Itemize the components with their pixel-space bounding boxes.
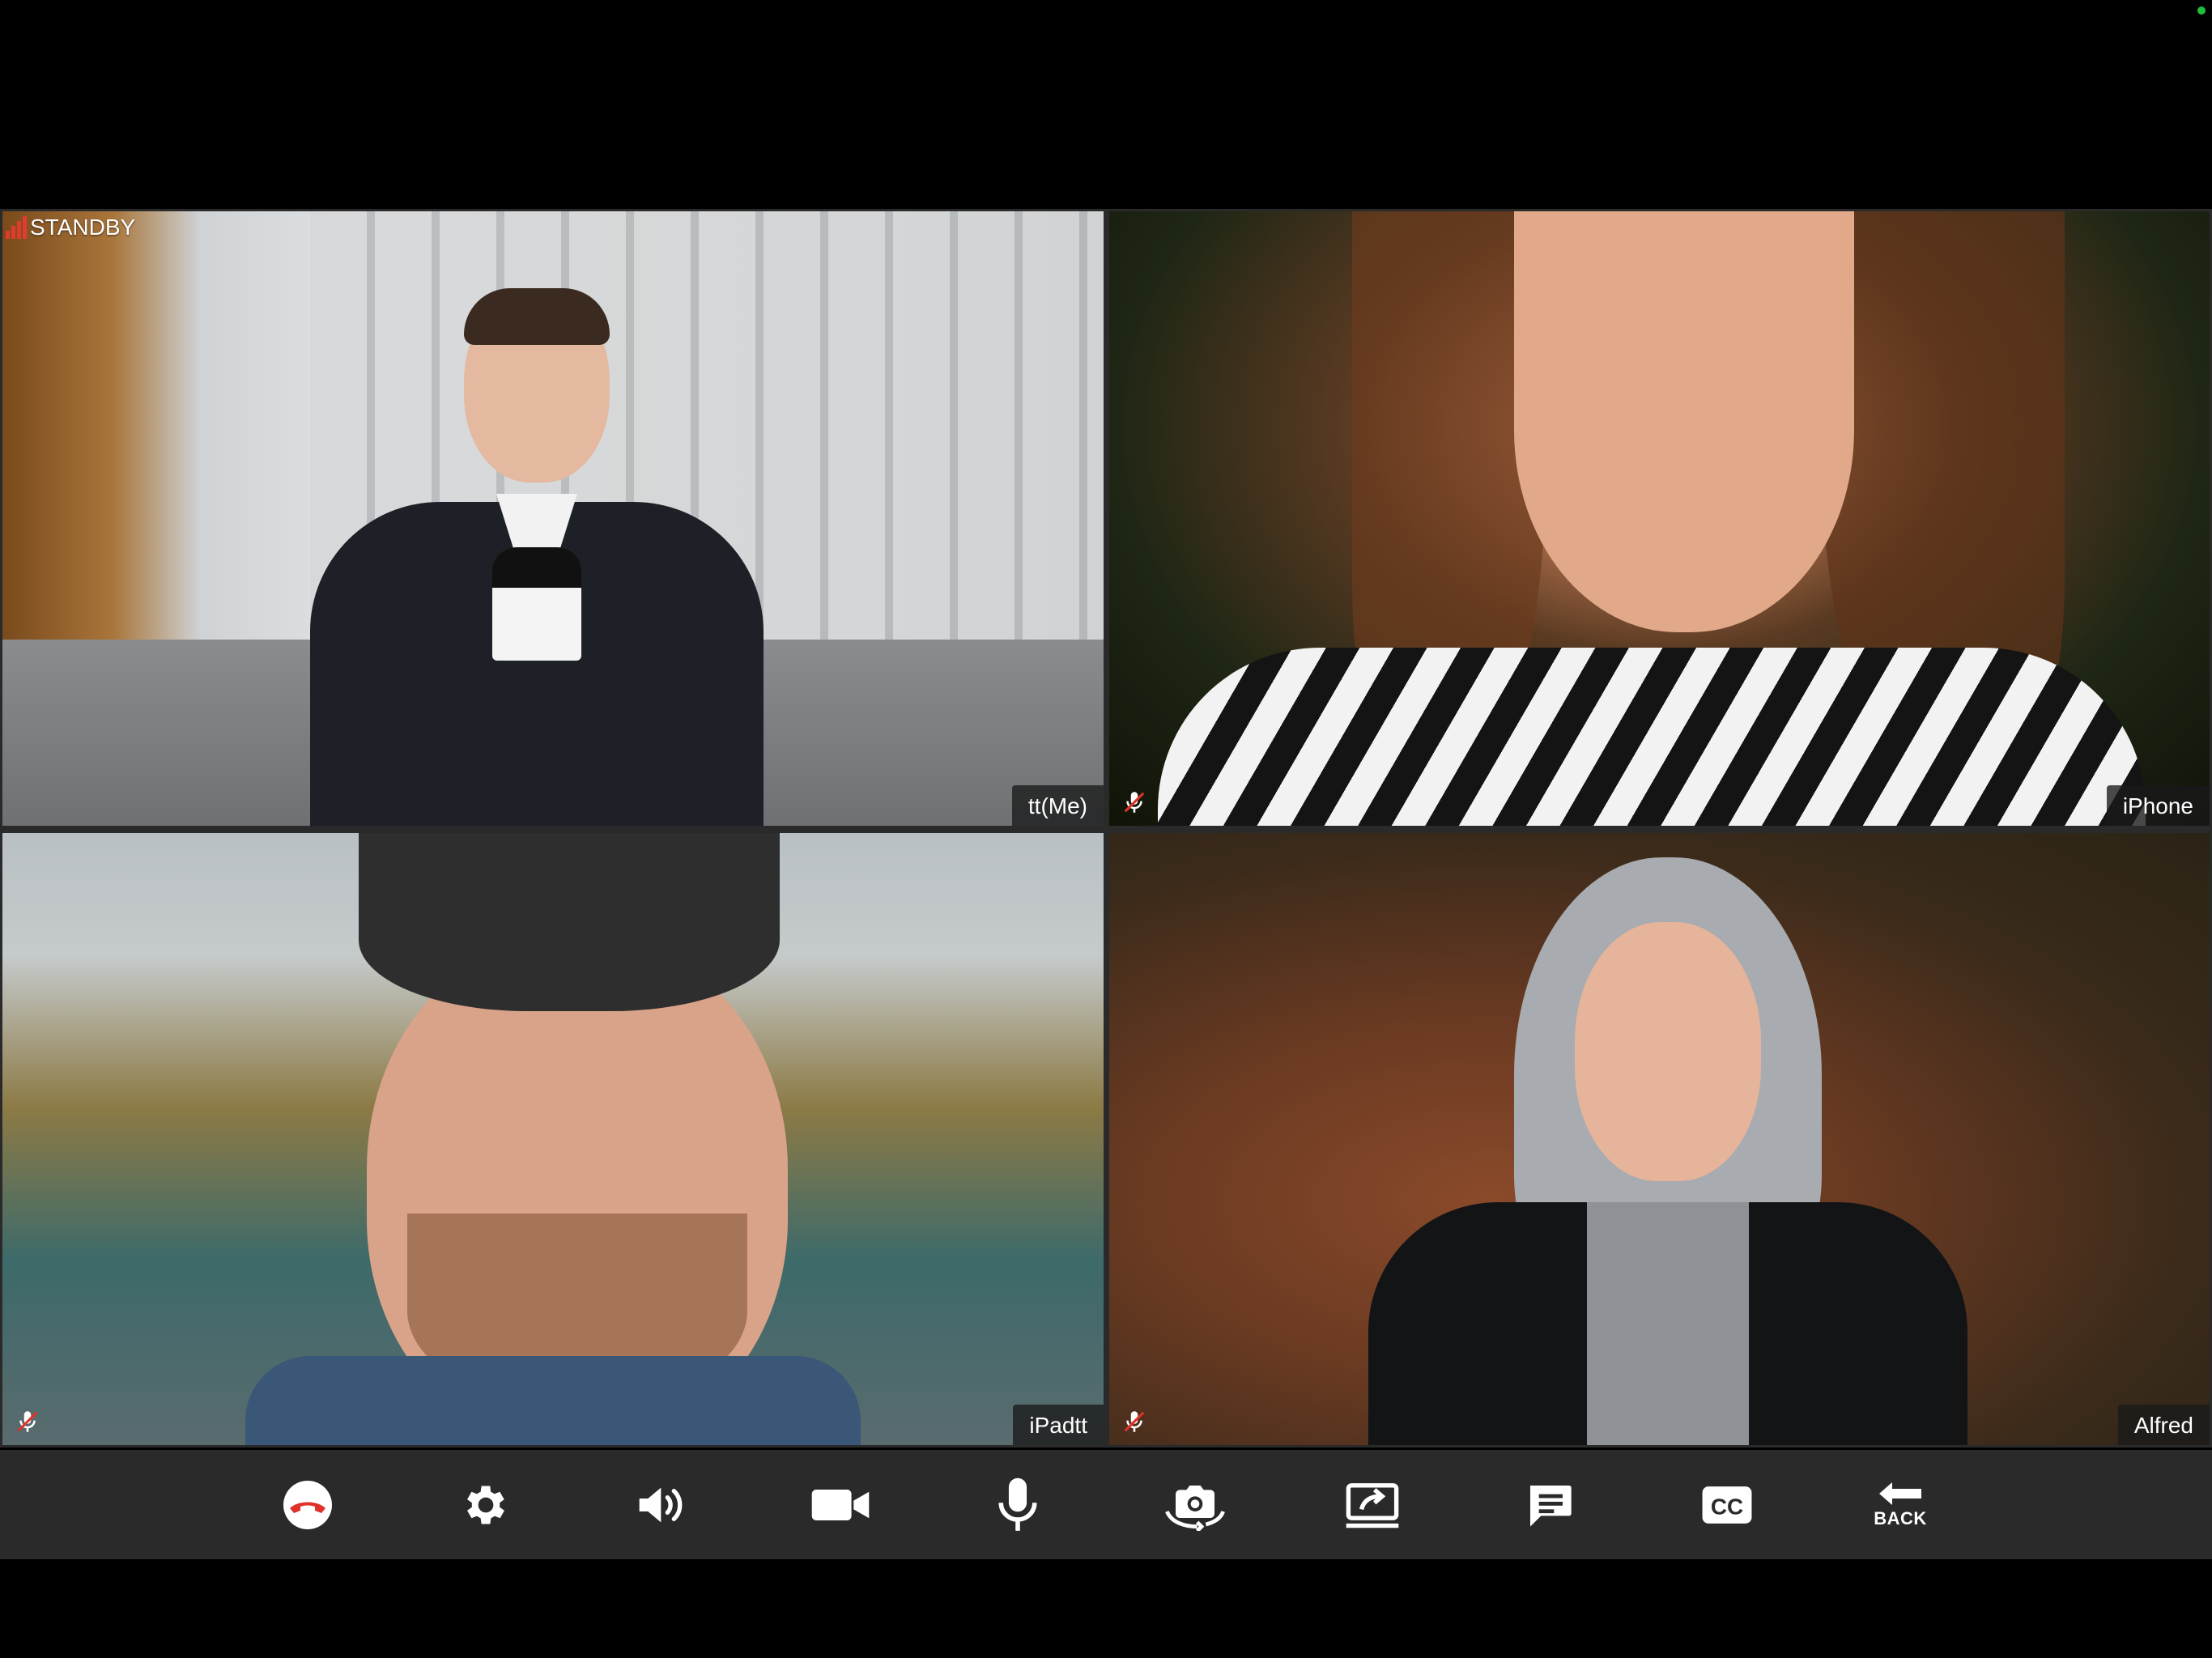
participant-name-tag: tt(Me) [1011,785,1104,826]
speaker-button[interactable] [623,1450,704,1559]
back-label: BACK [1874,1507,1927,1528]
video-tile-alfred[interactable]: Alfred [1109,833,2210,1445]
share-screen-button[interactable] [1332,1450,1413,1559]
call-toolbar: CC BACK [0,1450,2212,1559]
video-feed [2,211,1104,826]
participant-name-tag: Alfred [2117,1405,2210,1445]
gear-icon [467,1486,504,1524]
standby-label: STANDBY [30,215,136,240]
participant-name-tag: iPhone [2106,785,2210,826]
microphone-icon [998,1477,1037,1531]
microphone-button[interactable] [977,1450,1058,1559]
back-arrow-icon [1879,1482,1921,1505]
captions-button[interactable]: CC [1687,1450,1767,1559]
closed-captions-icon: CC [1702,1486,1752,1524]
muted-mic-icon [1124,1411,1145,1432]
standby-badge: STANDBY [6,216,135,239]
camera-button[interactable] [800,1450,881,1559]
muted-mic-icon [17,1411,38,1432]
switch-camera-icon [1165,1485,1225,1531]
chat-icon [1530,1485,1572,1527]
speaker-icon [639,1487,683,1522]
phone-hangup-icon [283,1480,332,1529]
captions-label: CC [1711,1494,1743,1519]
video-grid: STANDBY tt(Me) iPhone iPadtt Alfred [0,209,2212,1448]
signal-bars-icon [6,216,27,239]
share-screen-icon [1346,1482,1399,1528]
muted-mic-icon [1124,792,1145,813]
end-call-button[interactable] [267,1450,348,1559]
video-feed [2,833,1104,1445]
video-feed [1109,211,2210,826]
switch-camera-button[interactable] [1155,1450,1236,1559]
status-indicator [2197,6,2206,15]
participant-name-tag: iPadtt [1013,1405,1104,1445]
settings-button[interactable] [445,1450,526,1559]
video-call-screen: STANDBY tt(Me) iPhone iPadtt Alfred CC B… [0,0,2212,1658]
video-feed [1109,833,2210,1445]
video-tile-ipadtt[interactable]: iPadtt [2,833,1104,1445]
back-button[interactable]: BACK [1860,1450,1941,1559]
video-camera-icon [811,1489,870,1520]
chat-button[interactable] [1509,1450,1590,1559]
video-tile-iphone[interactable]: iPhone [1109,211,2210,826]
video-tile-self[interactable]: STANDBY tt(Me) [2,211,1104,826]
